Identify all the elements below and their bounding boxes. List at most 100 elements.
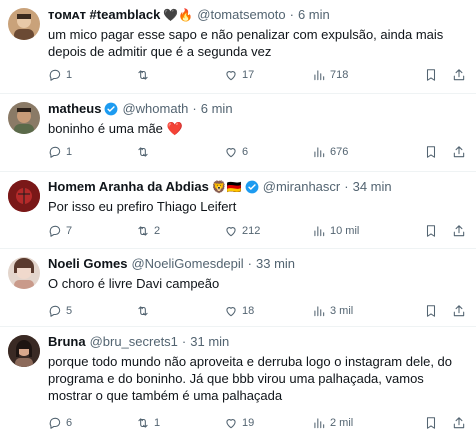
tweet[interactable]: Noeli Gomes @NoeliGomesdepil · 33 min O … [0,249,476,327]
tweet[interactable]: Homem Aranha da Abdias 🦁🇩🇪 @miranhascr ·… [0,172,476,249]
reply-count: 5 [66,305,73,317]
like-count: 18 [242,305,255,317]
avatar[interactable] [8,335,40,367]
author-name[interactable]: Bruna [48,333,86,351]
author-name[interactable]: ᴛᴏᴍᴀᴛ #teamblack [48,6,160,24]
views-button[interactable]: 676 [312,145,348,159]
retweet-count: 1 [154,417,161,429]
bookmark-icon [426,305,436,317]
tweet[interactable]: ᴛᴏᴍᴀᴛ #teamblack 🖤🔥 @tomatsemoto · 6 min… [0,0,476,94]
name-emojis: 🦁🇩🇪 [211,180,242,194]
bookmark-button[interactable] [424,224,438,238]
bookmark-icon [426,146,436,158]
author-name[interactable]: matheus [48,100,101,118]
author-handle[interactable]: @whomath [122,100,188,118]
reply-button[interactable]: 6 [48,416,72,430]
bookmark-icon [426,417,436,429]
like-button[interactable]: 18 [224,304,254,318]
bookmark-button[interactable] [424,416,438,430]
tweet-text: O choro é livre Davi campeão [48,276,220,291]
bookmark-button[interactable] [424,145,438,159]
view-count: 676 [330,146,349,158]
like-button[interactable]: 6 [224,145,248,159]
like-button[interactable]: 212 [224,224,260,238]
reply-button[interactable]: 7 [48,224,72,238]
reply-count: 6 [66,417,73,429]
author-handle[interactable]: @miranhascr [263,178,341,196]
heart-icon [226,307,236,317]
action-bar: 1 17 718 [48,67,468,83]
avatar[interactable] [8,102,40,134]
avatar[interactable] [8,8,40,40]
separator-dot: · [247,256,253,271]
avatar[interactable] [8,180,40,212]
reply-button[interactable]: 5 [48,304,72,318]
like-count: 17 [242,69,255,81]
view-count: 2 mil [330,417,354,429]
view-count: 3 mil [330,305,354,317]
share-button[interactable] [452,68,466,82]
views-icon [314,418,325,429]
tweet[interactable]: Bruna @bru_secrets1 · 31 min porque todo… [0,327,476,443]
views-button[interactable]: 718 [312,68,348,82]
avatar[interactable] [8,257,40,289]
timestamp[interactable]: 6 min [298,6,330,24]
verified-badge-icon [105,102,118,116]
like-count: 6 [242,146,249,158]
share-button[interactable] [452,145,466,159]
reply-button[interactable]: 1 [48,68,72,82]
share-button[interactable] [452,304,466,318]
views-button[interactable]: 2 mil [312,416,353,430]
timestamp[interactable]: 6 min [201,100,233,118]
reply-count: 1 [66,69,73,81]
separator-dot: · [344,179,349,194]
retweet-button[interactable]: 1 [136,416,160,430]
retweet-button[interactable]: 2 [136,224,160,238]
separator-dot: · [181,334,187,349]
retweet-count: 2 [154,225,161,237]
reply-icon [49,417,61,429]
views-icon [314,306,325,317]
share-button[interactable] [452,416,466,430]
retweet-icon [138,226,148,236]
author-name[interactable]: Noeli Gomes [48,255,127,273]
share-icon [453,305,465,317]
author-name[interactable]: Homem Aranha da Abdias [48,178,209,196]
retweet-icon [138,306,148,316]
retweet-button[interactable] [136,145,154,159]
tweet[interactable]: matheus @whomath · 6 min boninho é uma m… [0,94,476,172]
views-button[interactable]: 10 mil [312,224,359,238]
tweet-text: um mico pagar esse sapo e não penalizar … [48,27,444,59]
share-button[interactable] [452,224,466,238]
views-icon [314,70,325,81]
reply-count: 7 [66,225,73,237]
heart-icon [226,227,236,237]
separator-dot: · [289,7,294,22]
tweet-text: Por isso eu prefiro Thiago Leifert [48,199,237,214]
bookmark-button[interactable] [424,68,438,82]
author-handle[interactable]: @tomatsemoto [197,6,285,24]
bookmark-button[interactable] [424,304,438,318]
like-button[interactable]: 19 [224,416,254,430]
retweet-button[interactable] [136,304,154,318]
action-bar: 1 6 676 [48,144,468,160]
retweet-button[interactable] [136,68,154,82]
heart-icon [226,419,236,429]
reply-icon [49,225,61,237]
action-bar: 7 2 212 10 mil [48,223,468,239]
timestamp[interactable]: 34 min [353,178,392,196]
reply-icon [49,305,61,317]
timestamp[interactable]: 31 min [190,333,229,351]
timestamp[interactable]: 33 min [256,255,295,273]
view-count: 718 [330,69,349,81]
reply-icon [49,146,61,158]
heart-icon [226,148,236,158]
author-handle[interactable]: @bru_secrets1 [90,333,178,351]
author-handle[interactable]: @NoeliGomesdepil [131,255,243,273]
like-count: 212 [242,225,261,237]
like-button[interactable]: 17 [224,68,254,82]
share-icon [453,146,465,158]
reply-button[interactable]: 1 [48,145,72,159]
reply-icon [49,69,61,81]
views-button[interactable]: 3 mil [312,304,353,318]
